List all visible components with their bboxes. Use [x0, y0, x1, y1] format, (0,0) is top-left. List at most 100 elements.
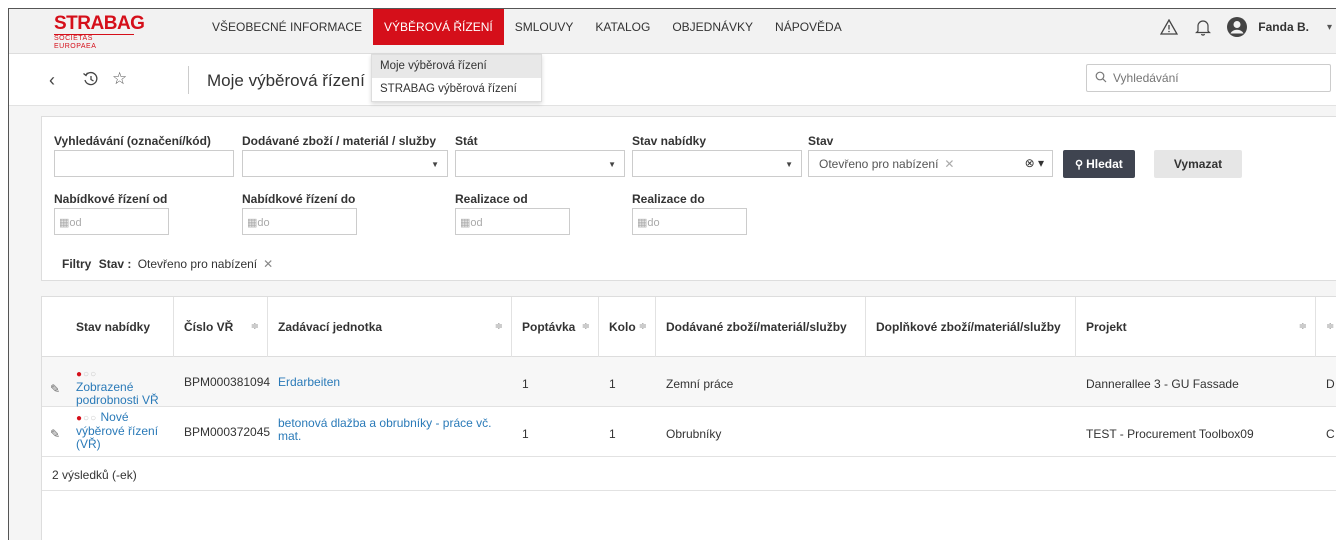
goods-cell: Obrubníky — [666, 427, 722, 441]
tender-from-date[interactable]: ▦od — [54, 208, 169, 235]
strabag-logo[interactable]: STRABAG SOCIETAS EUROPAEA — [54, 14, 145, 50]
next-col-cell: D — [1326, 377, 1335, 391]
nav-tenders[interactable]: VÝBĚROVÁ ŘÍZENÍ — [373, 9, 504, 45]
offer-state-link-line2[interactable]: (VŘ) — [76, 438, 158, 451]
tenders-dropdown: Moje výběrová řízení STRABAG výběrová ří… — [371, 54, 542, 102]
nav-orders[interactable]: OBJEDNÁVKY — [661, 9, 764, 45]
offer-state-cell: ●○○ Zobrazené podrobnosti VŘ — [76, 368, 159, 407]
country-select[interactable]: ▼ — [455, 150, 625, 177]
search-code-input[interactable] — [54, 150, 234, 177]
clear-icon[interactable]: ⊗ ▾ — [1025, 156, 1044, 170]
nav-catalog[interactable]: KATALOG — [584, 9, 661, 45]
round-cell: 1 — [609, 377, 616, 391]
active-filter-key: Stav : — [98, 257, 132, 271]
user-name[interactable]: Fanda B. — [1258, 20, 1309, 34]
nav-contracts[interactable]: SMLOUVY — [504, 9, 585, 45]
sort-icon[interactable]: ≑ — [495, 297, 503, 357]
history-icon[interactable] — [81, 69, 101, 89]
col-unit[interactable]: Zadávací jednotka ≑ — [268, 297, 512, 357]
unit-link-line1[interactable]: betonová dlažba a obrubníky - práce vč. — [278, 417, 491, 430]
col-project-label: Projekt — [1086, 320, 1127, 334]
tender-to-placeholder: ▦do — [247, 217, 270, 229]
col-goods-label: Dodávané zboží/materiál/služby — [666, 320, 847, 334]
results-table: Stav nabídky Číslo VŘ ≑ Zadávací jednotka… — [41, 296, 1336, 540]
col-next[interactable]: ≑ — [1316, 297, 1336, 357]
calendar-icon: ▦ — [247, 217, 258, 229]
offer-state-select[interactable]: ▼ — [632, 150, 802, 177]
back-arrow-icon[interactable]: ‹ — [49, 70, 55, 91]
offer-state-link-first[interactable]: Nové — [100, 410, 128, 424]
clear-button[interactable]: Vymazat — [1154, 150, 1242, 178]
col-offer-state[interactable]: Stav nabídky — [42, 297, 174, 357]
table-footer: 2 výsledků (-ek) — [42, 457, 1336, 491]
tender-from-label: Nabídkové řízení od — [54, 192, 168, 206]
chevron-down-icon[interactable]: ▾ — [1327, 22, 1332, 33]
sort-icon[interactable]: ≑ — [582, 297, 590, 357]
chevron-down-icon: ▼ — [431, 160, 439, 169]
nav-help[interactable]: NÁPOVĚDA — [764, 9, 853, 45]
col-request-label: Poptávka — [522, 320, 576, 334]
goods-label: Dodávané zboží / materiál / služby — [242, 134, 437, 148]
sort-icon[interactable]: ≑ — [251, 297, 259, 357]
tender-number-cell: BPM000381094 — [184, 375, 271, 389]
tender-to-date[interactable]: ▦do — [242, 208, 357, 235]
global-search[interactable] — [1086, 64, 1331, 92]
col-goods[interactable]: Dodávané zboží/materiál/služby — [656, 297, 866, 357]
global-search-input[interactable] — [1113, 65, 1313, 91]
remove-tag-icon[interactable]: ✕ — [944, 157, 954, 171]
col-extra-goods-label: Doplňkové zboží/materiál/služby — [876, 320, 1061, 334]
unit-link[interactable]: betonová dlažba a obrubníky - práce vč. … — [278, 417, 491, 443]
filter-panel: Vyhledávání (označení/kód) Dodávané zbož… — [41, 116, 1336, 281]
star-icon[interactable]: ☆ — [112, 69, 127, 89]
dropdown-item-strabag-tenders[interactable]: STRABAG výběrová řízení — [372, 78, 541, 101]
realization-to-date[interactable]: ▦do — [632, 208, 747, 235]
state-multiselect[interactable]: Otevřeno pro nabízení ✕ ⊗ ▾ — [808, 150, 1053, 177]
edit-icon[interactable]: ✎ — [50, 382, 60, 396]
calendar-icon: ▦ — [59, 217, 70, 229]
warning-icon[interactable] — [1154, 12, 1184, 42]
offer-state-link-line2[interactable]: podrobnosti VŘ — [76, 394, 159, 407]
realization-from-date[interactable]: ▦od — [455, 208, 570, 235]
col-extra-goods[interactable]: Doplňkové zboží/materiál/služby — [866, 297, 1076, 357]
chevron-down-icon: ▼ — [608, 160, 616, 169]
col-request[interactable]: Poptávka ≑ — [512, 297, 599, 357]
user-avatar-icon[interactable] — [1222, 12, 1252, 42]
offer-state-line0: ●○○ Nové — [76, 410, 129, 425]
sort-icon[interactable]: ≑ — [639, 297, 647, 357]
sort-icon[interactable]: ≑ — [1326, 297, 1334, 357]
calendar-icon: ▦ — [460, 217, 471, 229]
realization-to-label: Realizace do — [632, 192, 705, 206]
search-button[interactable]: ⚲ Hledat — [1063, 150, 1135, 178]
col-tender-number[interactable]: Číslo VŘ ≑ — [174, 297, 268, 357]
search-icon: ⚲ — [1075, 159, 1087, 171]
goods-cell: Zemní práce — [666, 377, 734, 391]
tender-to-label: Nabídkové řízení do — [242, 192, 356, 206]
offer-state-label: Stav nabídky — [632, 134, 707, 148]
col-round[interactable]: Kolo ≑ — [599, 297, 656, 357]
page-toolbar: ‹ ☆ Moje výběrová řízení — [9, 54, 1336, 106]
project-cell: TEST - Procurement Toolbox09 — [1086, 427, 1254, 441]
round-cell: 1 — [609, 427, 616, 441]
app-frame: STRABAG SOCIETAS EUROPAEA VŠEOBECNÉ INFO… — [8, 8, 1336, 540]
col-offer-state-label: Stav nabídky — [76, 320, 151, 334]
remove-filter-icon[interactable]: ✕ — [263, 257, 273, 271]
unit-link[interactable]: Erdarbeiten — [278, 375, 340, 389]
col-project[interactable]: Projekt ≑ — [1076, 297, 1316, 357]
calendar-icon: ▦ — [637, 217, 648, 229]
search-icon — [1095, 71, 1107, 86]
table-row[interactable]: ✎ ●○○ Zobrazené podrobnosti VŘ BPM000381… — [42, 357, 1336, 407]
unit-link-line2[interactable]: mat. — [278, 430, 491, 443]
nav-general-info[interactable]: VŠEOBECNÉ INFORMACE — [201, 9, 373, 45]
request-cell: 1 — [522, 427, 529, 441]
bell-icon[interactable] — [1188, 12, 1218, 42]
edit-icon[interactable]: ✎ — [50, 427, 60, 441]
realization-to-placeholder: ▦do — [637, 217, 660, 229]
realization-from-placeholder: ▦od — [460, 217, 483, 229]
goods-select[interactable]: ▼ — [242, 150, 448, 177]
active-filters-label: Filtry — [62, 257, 92, 271]
sort-icon[interactable]: ≑ — [1299, 297, 1307, 357]
dropdown-item-my-tenders[interactable]: Moje výběrová řízení — [372, 55, 541, 78]
table-row[interactable]: ✎ ●○○ Nové výběrové řízení (VŘ) BPM00037… — [42, 407, 1336, 457]
tender-number-cell: BPM000372045 — [184, 425, 271, 439]
active-filter-value: Otevřeno pro nabízení — [137, 257, 258, 271]
